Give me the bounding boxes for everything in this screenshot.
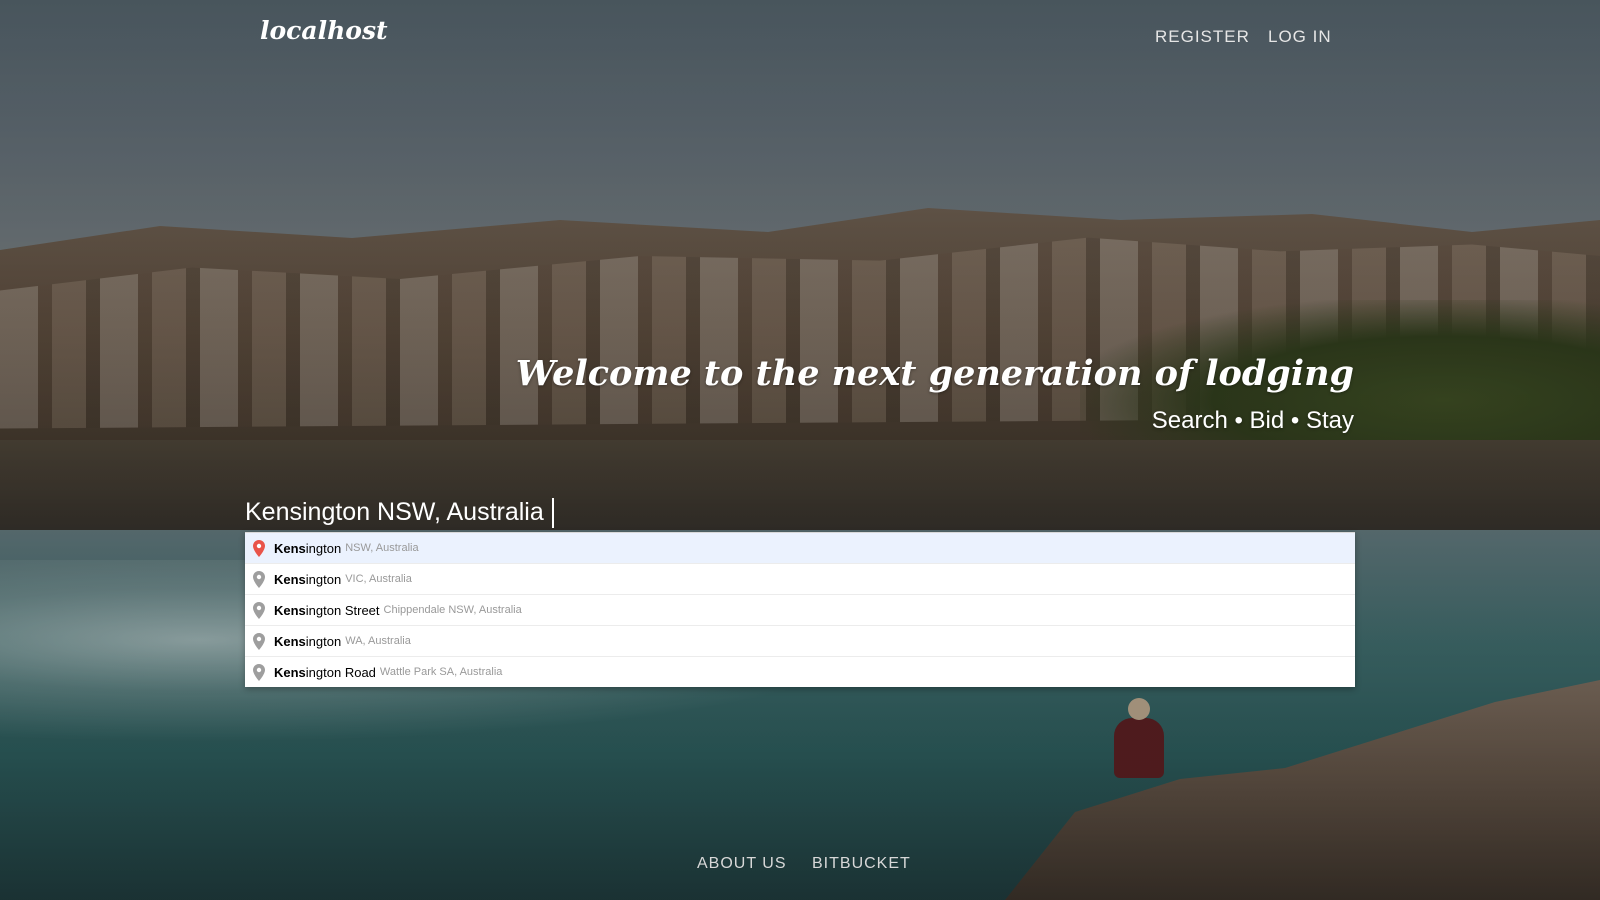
autocomplete-suggestion[interactable]: Kens ington Road Wattle Park SA, Australia [245, 656, 1355, 687]
hero-title: Welcome to the next generation of lodgin… [515, 353, 1354, 394]
hero-background-image [0, 0, 1600, 900]
autocomplete-suggestion[interactable]: Kens ington VIC, Australia [245, 563, 1355, 594]
register-link[interactable]: REGISTER [1155, 27, 1250, 47]
suggestion-primary-text: ington [305, 571, 342, 587]
suggestion-secondary-text: WA, Australia [345, 635, 411, 647]
autocomplete-suggestion[interactable]: Kens ington NSW, Australia [245, 533, 1355, 563]
map-pin-icon [251, 632, 266, 650]
suggestion-secondary-text: VIC, Australia [345, 573, 412, 585]
suggestion-primary-text: ington [305, 633, 342, 649]
about-us-link[interactable]: ABOUT US [697, 855, 787, 873]
suggestion-secondary-text: Chippendale NSW, Australia [383, 604, 522, 616]
map-pin-icon [251, 663, 266, 681]
autocomplete-suggestion[interactable]: Kens ington Street Chippendale NSW, Austra… [245, 594, 1355, 625]
suggestion-matched-text: Kens [274, 633, 306, 649]
brand-logo[interactable]: localhost [260, 16, 388, 45]
suggestion-primary-text: ington Road [305, 664, 376, 680]
hero-subtitle: Search • Bid • Stay [1151, 407, 1354, 434]
autocomplete-dropdown: Kens ington NSW, Australia Kens ington VIC, A… [245, 532, 1355, 687]
login-link[interactable]: LOG IN [1268, 27, 1332, 47]
suggestion-matched-text: Kens [274, 664, 306, 680]
suggestion-primary-text: ington [305, 540, 342, 556]
suggestion-matched-text: Kens [274, 540, 306, 556]
suggestion-matched-text: Kens [274, 602, 306, 618]
suggestion-secondary-text: Wattle Park SA, Australia [379, 666, 503, 678]
suggestion-primary-text: ington Street [305, 602, 380, 618]
top-navbar: localhost REGISTER LOG IN [0, 0, 1600, 70]
map-pin-icon [251, 601, 266, 619]
text-caret [552, 498, 554, 528]
map-pin-icon [251, 570, 266, 588]
location-search-input[interactable] [245, 490, 1355, 535]
autocomplete-suggestion[interactable]: Kens ington WA, Australia [245, 625, 1355, 656]
suggestion-secondary-text: NSW, Australia [345, 542, 419, 554]
suggestion-matched-text: Kens [274, 571, 306, 587]
bitbucket-link[interactable]: BITBUCKET [812, 855, 911, 873]
map-pin-icon [251, 539, 266, 557]
